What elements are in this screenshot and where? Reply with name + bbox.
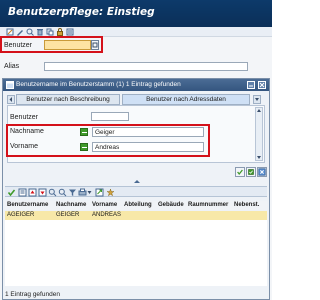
find-next-icon[interactable] [58, 188, 67, 197]
column-header[interactable]: Raumnummer [188, 202, 228, 208]
tab-menu-icon[interactable] [253, 95, 261, 104]
cancel-icon[interactable] [257, 167, 267, 177]
results-table-header: Benutzername Nachname Vorname Abteilung … [5, 201, 267, 210]
value-help-icon[interactable] [91, 40, 99, 50]
option-icon[interactable] [80, 143, 88, 151]
print-dropdown-icon[interactable] [87, 190, 92, 195]
close-icon[interactable] [258, 81, 266, 89]
details-icon[interactable] [18, 188, 27, 197]
print-icon[interactable] [78, 188, 87, 197]
sort-descending-icon[interactable] [38, 188, 47, 197]
search-help-dialog: Benutzername im Benutzerstamm (1) 1 Eint… [2, 78, 270, 300]
results-table-body [5, 220, 267, 286]
delete-icon[interactable] [36, 28, 44, 36]
vorname-input[interactable]: Andreas [92, 142, 204, 152]
page-title: Benutzerpflege: Einstieg [8, 6, 155, 18]
multi-select-icon[interactable] [246, 167, 256, 177]
check-icon[interactable] [7, 188, 16, 197]
find-icon[interactable] [48, 188, 57, 197]
change-icon[interactable] [16, 28, 24, 36]
layout-icon[interactable] [106, 188, 115, 197]
column-header[interactable]: Vorname [92, 202, 117, 208]
continue-check-icon[interactable] [235, 167, 245, 177]
cell-vorname: ANDREAS [92, 212, 122, 218]
tab-scroll-left-icon[interactable] [7, 95, 15, 104]
lock-icon[interactable] [56, 28, 64, 36]
splitter-arrow-icon[interactable] [133, 179, 141, 184]
dialog-title-bar: Benutzername im Benutzerstamm (1) 1 Eint… [3, 79, 269, 91]
column-header[interactable]: Gebäude [158, 202, 184, 208]
column-header[interactable]: Nebenst. [234, 202, 259, 208]
copy-icon[interactable] [46, 28, 54, 36]
benutzer-input[interactable] [44, 40, 91, 50]
export-icon[interactable] [95, 188, 104, 197]
status-text: 1 Eintrag gefunden [5, 291, 60, 298]
window-icon [6, 81, 14, 89]
table-row[interactable]: AGEIGER GEIGER ANDREAS [5, 211, 267, 220]
dialog-title: Benutzername im Benutzerstamm (1) 1 Eint… [16, 81, 181, 88]
dialog-benutzer-label: Benutzer [10, 114, 39, 121]
create-icon[interactable] [6, 28, 14, 36]
sort-ascending-icon[interactable] [28, 188, 37, 197]
minimize-icon[interactable] [247, 81, 255, 89]
info-icon[interactable] [66, 28, 74, 36]
tab-benutzer-nach-adressdaten[interactable]: Benutzer nach Adressdaten [122, 94, 250, 105]
column-header[interactable]: Benutzername [7, 202, 48, 208]
cell-benutzername: AGEIGER [7, 212, 35, 218]
panel-scrollbar[interactable] [255, 107, 263, 161]
nachname-label: Nachname [10, 128, 44, 135]
filter-icon[interactable] [68, 188, 77, 197]
tab-benutzer-nach-beschreibung[interactable]: Benutzer nach Beschreibung [16, 94, 120, 105]
alias-label: Alias [4, 63, 20, 70]
nachname-input[interactable]: Geiger [92, 127, 204, 137]
option-icon[interactable] [80, 128, 88, 136]
display-icon[interactable] [26, 28, 34, 36]
dialog-benutzer-input[interactable] [91, 112, 129, 121]
column-header[interactable]: Abteilung [124, 202, 152, 208]
results-toolbar [5, 186, 267, 197]
vorname-label: Vorname [10, 143, 39, 150]
title-bar: Benutzerpflege: Einstieg [0, 0, 272, 27]
cell-nachname: GEIGER [56, 212, 80, 218]
alias-input[interactable] [44, 62, 248, 71]
column-header[interactable]: Nachname [56, 202, 86, 208]
